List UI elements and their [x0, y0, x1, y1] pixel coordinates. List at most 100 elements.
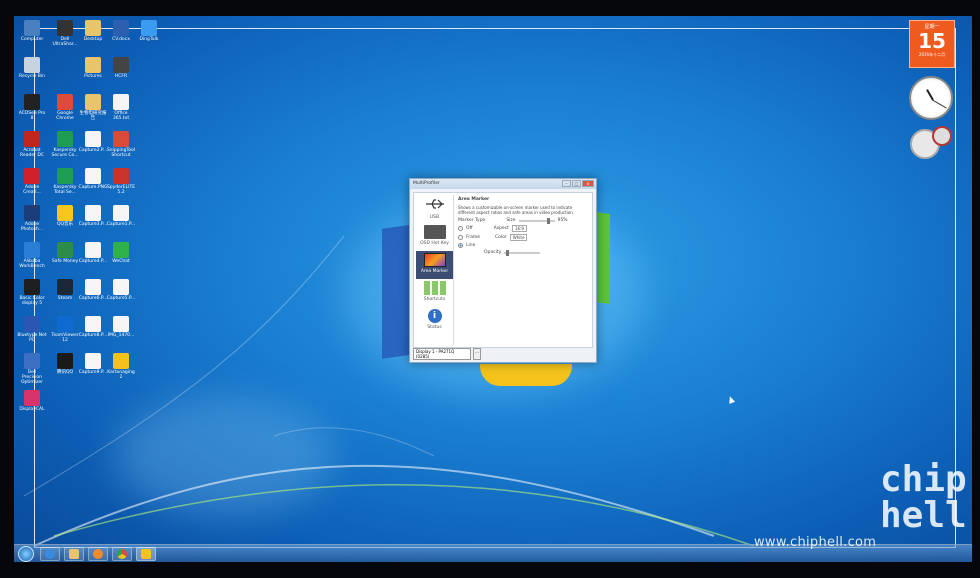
sidebar-item-status[interactable]: i Status [416, 307, 453, 335]
opacity-slider-thumb[interactable] [506, 249, 510, 256]
desktop-icon[interactable]: Dell UltraShar... [50, 20, 80, 48]
desktop-icon[interactable]: Kaspersky Total Se... [50, 168, 80, 196]
desktop-icon[interactable]: Pictures [78, 57, 108, 80]
desktop-icon[interactable]: Alibaba WorkBench [17, 242, 47, 270]
desktop-icon[interactable]: DisplayCAL [17, 390, 47, 413]
desktop-icon[interactable]: Bluetype Net PC [17, 316, 47, 344]
app-icon [85, 353, 101, 369]
window-titlebar[interactable]: MultiProfiler – □ x [410, 179, 596, 189]
maximize-button[interactable]: □ [572, 180, 581, 187]
radio-line-label: Line [466, 243, 476, 249]
option-line-row: Line [458, 243, 588, 249]
desktop-icon[interactable]: Capture3.P... [78, 205, 108, 228]
sidebar-item-osd-hot-key[interactable]: OSD Hot Key [416, 223, 453, 251]
desktop-icon[interactable]: SnippingTool Shortcut [106, 131, 136, 159]
color-select[interactable]: White [509, 234, 528, 242]
desktop-icon-label: Capture5.P... [106, 296, 136, 301]
taskbar-explorer[interactable] [64, 547, 84, 561]
app-icon [57, 242, 73, 258]
desktop-icon-label: Adobe Photosh... [20, 222, 44, 232]
start-button[interactable] [18, 546, 34, 562]
opacity-slider[interactable] [504, 249, 541, 256]
desktop-icon[interactable]: Office 365.txt [106, 94, 136, 122]
display-select[interactable]: Display 1 - PA271Q (0285) [413, 348, 471, 360]
desktop-icon[interactable]: Capture4.P... [78, 242, 108, 265]
radio-line[interactable] [458, 243, 463, 249]
app-icon [141, 20, 157, 36]
desktop-icon[interactable]: Kaspersky Secure Co... [50, 131, 80, 159]
desktop-icon[interactable]: Capture6.P... [78, 279, 108, 302]
sidebar-item-label: Shortcuts [423, 297, 446, 302]
desktop-icon[interactable]: SpyderELITE 5.2 [106, 168, 136, 196]
monitor-icon [423, 253, 446, 267]
app-icon [113, 94, 129, 110]
app-icon [24, 57, 40, 73]
desktop-icon-label: Google Chrome [56, 111, 74, 121]
desktop-icon[interactable]: Adobe Creati... [17, 168, 47, 196]
window-footer: Display 1 - PA271Q (0285) ... [413, 348, 481, 360]
calendar-gadget[interactable]: 星期一 15 2016年十二月 [909, 20, 955, 68]
desktop-icon[interactable]: 腾讯QQ [50, 353, 80, 376]
desktop-icon[interactable]: Capture.PNG [78, 168, 108, 191]
desktop-icon[interactable]: QQ音乐 [50, 205, 80, 228]
app-icon [113, 168, 129, 184]
sidebar-item-area-marker[interactable]: Area Marker [416, 251, 453, 279]
media-player-icon [93, 549, 103, 559]
desktop-icon[interactable]: Safe Money [50, 242, 80, 265]
clock-gadget[interactable] [909, 76, 953, 120]
desktop-icon[interactable]: 生物电研究报告 [78, 94, 108, 122]
aspect-select[interactable]: 16:9 [511, 225, 527, 233]
taskbar-multiprofiler[interactable] [136, 547, 156, 561]
desktop-icon[interactable]: Capture9.P... [78, 353, 108, 376]
desktop-icon[interactable]: Dell Precision Optimizer [17, 353, 47, 386]
taskbar-media-player[interactable] [88, 547, 108, 561]
app-icon [24, 279, 40, 295]
desktop-icon-label: CV.docx [112, 37, 130, 42]
desktop-icon[interactable]: Capture5.P... [106, 279, 136, 302]
size-slider[interactable] [518, 217, 555, 224]
app-icon [57, 316, 73, 332]
desktop-icon[interactable]: HCFR [106, 57, 136, 80]
radio-frame[interactable] [458, 235, 463, 241]
desktop-icon[interactable]: Desktop [78, 20, 108, 43]
desktop-icon-label: Capture8.P... [78, 333, 108, 338]
desktop-icon[interactable]: Steam [50, 279, 80, 302]
desktop-icon[interactable]: Capture2.P... [78, 131, 108, 154]
taskbar-chrome[interactable] [112, 547, 132, 561]
chiphell-logo: chip hell [880, 462, 967, 552]
desktop-icon-label: Safe Money [51, 259, 79, 264]
desktop-icon-label: 腾讯QQ [56, 370, 74, 375]
size-slider-thumb[interactable] [546, 217, 550, 224]
desktop-icon[interactable]: ACDSee Pro 8 [17, 94, 47, 122]
desktop-icon[interactable]: Recycle Bin [17, 57, 47, 80]
close-button[interactable]: x [582, 180, 594, 187]
logo-line-hell: hell [880, 495, 967, 536]
radio-off[interactable] [458, 226, 463, 232]
display-options-button[interactable]: ... [473, 348, 481, 360]
multiprofiler-window[interactable]: MultiProfiler – □ x USB OSD Hot Key Area… [409, 178, 597, 363]
desktop-icon[interactable]: WeChat [106, 242, 136, 265]
sidebar-item-shortcuts[interactable]: Shortcuts [416, 279, 453, 307]
desktop-icon[interactable]: Kartonaging 2 [106, 353, 136, 381]
minimize-button[interactable]: – [562, 180, 571, 187]
memory-meter-gadget[interactable] [932, 126, 952, 146]
desktop-icon[interactable]: CV.docx [106, 20, 136, 43]
clock-minute-hand [932, 99, 947, 109]
desktop-icon[interactable]: Acrobat Reader DC [17, 131, 47, 159]
desktop-icon[interactable]: TeamViewer 12 [50, 316, 80, 344]
taskbar-ie[interactable] [40, 547, 60, 561]
area-marker-panel: Area Marker Shows a customizable on-scre… [458, 197, 588, 343]
desktop-icon[interactable]: DingTalk [134, 20, 164, 43]
desktop-icon[interactable]: Computer [17, 20, 47, 43]
desktop-icon[interactable]: Capture8.P... [78, 316, 108, 339]
desktop-icon[interactable]: Basic Color display 5 [17, 279, 47, 307]
desktop-icon[interactable]: Capture1.P... [106, 205, 136, 228]
desktop-icon[interactable]: IMG_1470... [106, 316, 136, 339]
window-body: USB OSD Hot Key Area Marker Shortcuts i … [413, 192, 593, 348]
sidebar-item-usb[interactable]: USB [416, 195, 453, 223]
desktop-icon[interactable]: Google Chrome [50, 94, 80, 122]
desktop-icon-label: Capture3.P... [78, 222, 108, 227]
desktop-icon-label: 生物电研究报告 [79, 111, 107, 121]
desktop-icon[interactable]: Adobe Photosh... [17, 205, 47, 233]
app-icon [113, 279, 129, 295]
